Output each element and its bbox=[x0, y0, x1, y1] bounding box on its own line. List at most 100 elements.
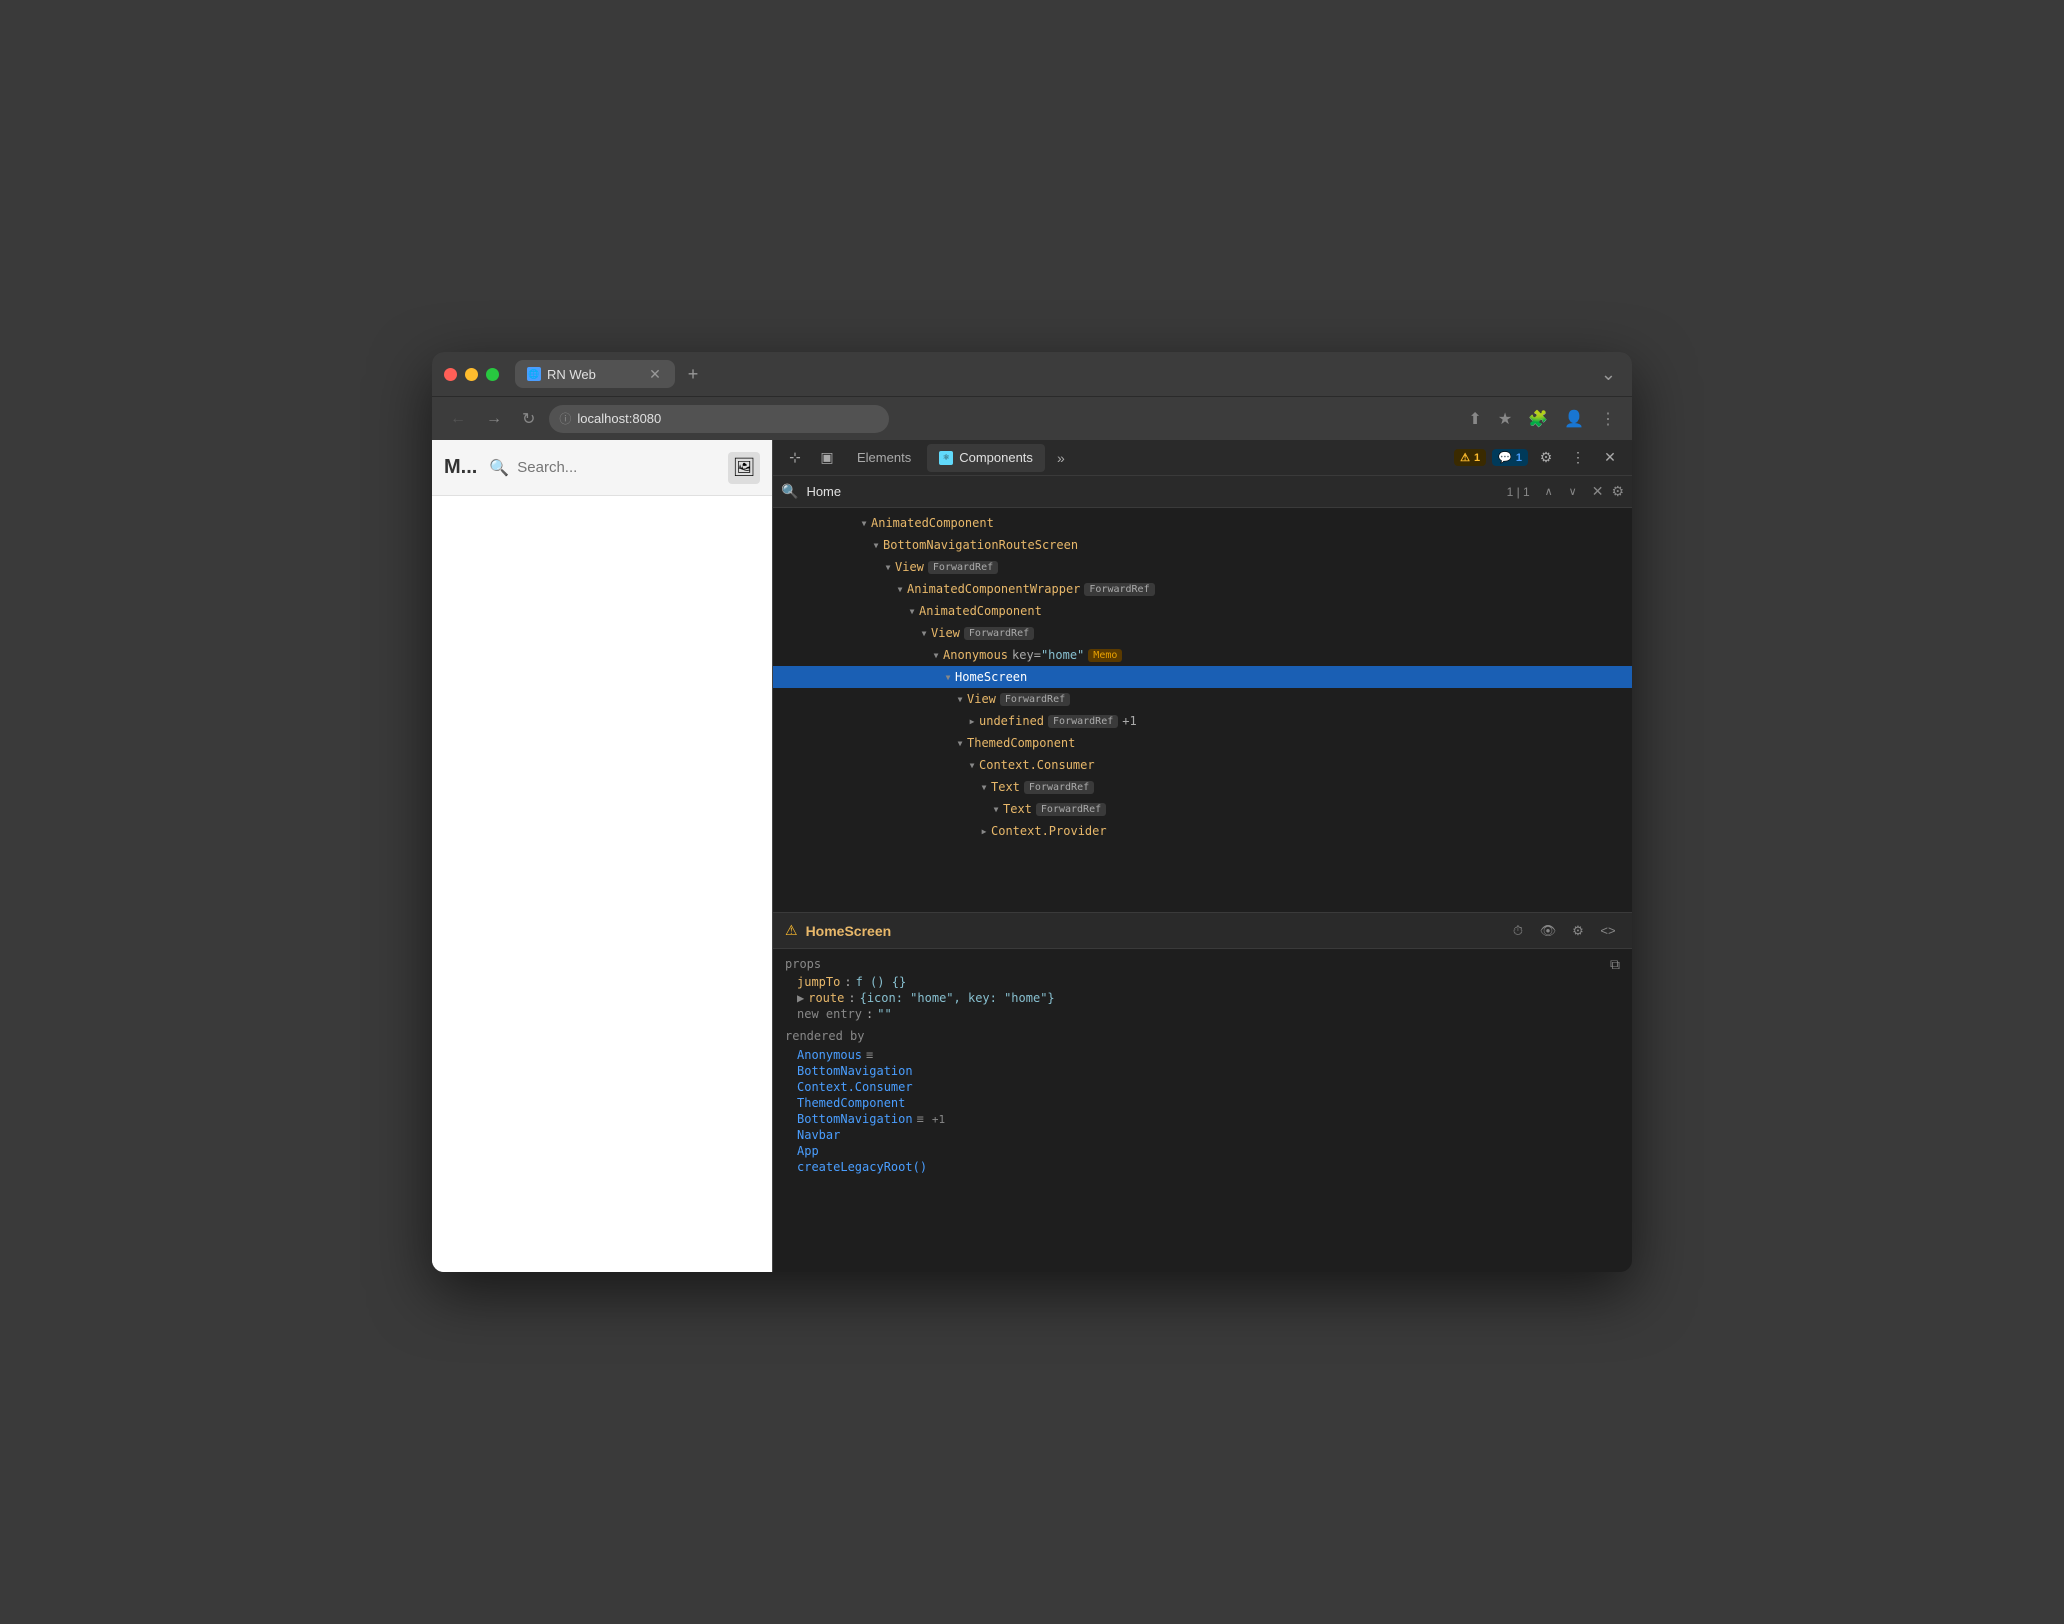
tree-row-text-2[interactable]: ▼ Text ForwardRef bbox=[773, 798, 1632, 820]
title-bar: 🌐 RN Web ✕ + ⌄ bbox=[432, 352, 1632, 396]
source-button[interactable]: <> bbox=[1596, 919, 1620, 943]
main-area: M... 🔍 🖼 ⊹ ▣ Elements ⚛ Components » bbox=[432, 440, 1632, 1272]
inspector-button[interactable]: ⊹ bbox=[781, 444, 809, 472]
action-button[interactable]: 🖼 bbox=[728, 452, 760, 484]
refresh-button[interactable]: ↻ bbox=[516, 405, 541, 433]
render-item-app[interactable]: App bbox=[785, 1143, 1620, 1159]
tree-row-text-1[interactable]: ▼ Text ForwardRef bbox=[773, 776, 1632, 798]
render-item-themed-component[interactable]: ThemedComponent bbox=[785, 1095, 1620, 1111]
search-next-button[interactable]: ∨ bbox=[1562, 481, 1584, 503]
react-icon: ⚛ bbox=[939, 451, 953, 465]
maximize-window-button[interactable] bbox=[486, 368, 499, 381]
components-tab[interactable]: ⚛ Components bbox=[927, 444, 1045, 472]
warning-badge[interactable]: ⚠ 1 bbox=[1454, 449, 1486, 466]
expand-arrow[interactable]: ▶ bbox=[977, 824, 991, 838]
suspend-button[interactable]: ⏱ bbox=[1506, 919, 1530, 943]
tree-row-animated-component-2[interactable]: ▼ AnimatedComponent bbox=[773, 600, 1632, 622]
expand-arrow[interactable]: ▼ bbox=[929, 648, 943, 662]
component-name: View bbox=[895, 560, 924, 574]
devtools-toolbar: ⊹ ▣ Elements ⚛ Components » ⚠ 1 💬 bbox=[773, 440, 1632, 476]
responsive-button[interactable]: ▣ bbox=[813, 444, 841, 472]
component-search-bar: 🔍 Home 1 | 1 ∧ ∨ ✕ ⚙ bbox=[773, 476, 1632, 508]
render-name: Navbar bbox=[797, 1128, 840, 1142]
expand-arrow[interactable]: ▶ bbox=[965, 714, 979, 728]
expand-arrow[interactable]: ▼ bbox=[965, 758, 979, 772]
settings-button[interactable]: ⚙ bbox=[1566, 919, 1590, 943]
elements-tab[interactable]: Elements bbox=[845, 444, 923, 472]
tab-favicon: 🌐 bbox=[527, 367, 541, 381]
expand-arrow[interactable]: ▼ bbox=[905, 604, 919, 618]
copy-props-button[interactable]: ⧉ bbox=[1610, 957, 1620, 973]
tree-row-anonymous[interactable]: ▼ Anonymous key= "home" Memo bbox=[773, 644, 1632, 666]
devtools-toolbar-right: ⚙ ⋮ ✕ bbox=[1532, 444, 1624, 472]
back-button[interactable]: ← bbox=[444, 406, 472, 432]
tree-row-context-consumer[interactable]: ▼ Context.Consumer bbox=[773, 754, 1632, 776]
forward-button[interactable]: → bbox=[480, 406, 508, 432]
elements-tab-label: Elements bbox=[857, 450, 911, 465]
expand-arrow[interactable]: ▼ bbox=[881, 560, 895, 574]
expand-arrow[interactable]: ▼ bbox=[917, 626, 931, 640]
new-tab-button[interactable]: + bbox=[679, 360, 707, 388]
render-item-navbar[interactable]: Navbar bbox=[785, 1127, 1620, 1143]
browser-menu-button[interactable]: ⋮ bbox=[1596, 405, 1620, 433]
security-icon: ⓘ bbox=[559, 410, 571, 427]
tree-row-themed-component[interactable]: ▼ ThemedComponent bbox=[773, 732, 1632, 754]
component-name: AnimatedComponent bbox=[871, 516, 994, 530]
tree-row-view-1[interactable]: ▼ View ForwardRef bbox=[773, 556, 1632, 578]
search-input[interactable] bbox=[517, 459, 720, 476]
devtools-kebab-button[interactable]: ⋮ bbox=[1564, 444, 1592, 472]
active-tab[interactable]: 🌐 RN Web ✕ bbox=[515, 360, 675, 388]
forwardref-badge: ForwardRef bbox=[1024, 781, 1094, 794]
expand-arrow[interactable]: ▼ bbox=[869, 538, 883, 552]
app-topbar: M... 🔍 🖼 bbox=[432, 440, 772, 496]
tree-row-undefined[interactable]: ▶ undefined ForwardRef +1 bbox=[773, 710, 1632, 732]
expand-arrow[interactable]: ▼ bbox=[893, 582, 907, 596]
search-settings-button[interactable]: ⚙ bbox=[1611, 483, 1624, 500]
prop-val: "" bbox=[877, 1007, 891, 1021]
expand-arrow[interactable]: ▼ bbox=[941, 670, 955, 684]
rendered-by-section: rendered by Anonymous ≡ BottomNavigation… bbox=[785, 1029, 1620, 1175]
render-item-context-consumer[interactable]: Context.Consumer bbox=[785, 1079, 1620, 1095]
minimize-window-button[interactable] bbox=[465, 368, 478, 381]
search-icon: 🔍 bbox=[781, 483, 798, 500]
search-close-button[interactable]: ✕ bbox=[1592, 483, 1604, 500]
tab-close-button[interactable]: ✕ bbox=[647, 366, 663, 382]
inspect-button[interactable]: 👁 bbox=[1536, 919, 1560, 943]
tree-row-homescreen[interactable]: ▼ HomeScreen bbox=[773, 666, 1632, 688]
window-more-button[interactable]: ⌄ bbox=[1597, 360, 1620, 389]
share-button[interactable]: ⬆ bbox=[1464, 405, 1485, 433]
tree-row-bottom-nav-route[interactable]: ▼ BottomNavigationRouteScreen bbox=[773, 534, 1632, 556]
tree-row-animated-wrapper[interactable]: ▼ AnimatedComponentWrapper ForwardRef bbox=[773, 578, 1632, 600]
tree-row-view-3[interactable]: ▼ View ForwardRef bbox=[773, 688, 1632, 710]
render-item-bottom-nav-2[interactable]: BottomNavigation ≡ +1 bbox=[785, 1111, 1620, 1127]
props-label: props ⧉ bbox=[785, 957, 1620, 971]
expand-arrow[interactable]: ▼ bbox=[953, 736, 967, 750]
render-item-bottom-nav[interactable]: BottomNavigation bbox=[785, 1063, 1620, 1079]
tab-title: RN Web bbox=[547, 367, 641, 382]
expand-prop-button[interactable]: ▶ bbox=[797, 991, 804, 1005]
render-item-create-legacy-root[interactable]: createLegacyRoot() bbox=[785, 1159, 1620, 1175]
search-prev-button[interactable]: ∧ bbox=[1538, 481, 1560, 503]
extension-button[interactable]: 🧩 bbox=[1524, 405, 1552, 433]
plus-count: +1 bbox=[1122, 714, 1136, 728]
expand-arrow[interactable]: ▼ bbox=[989, 802, 1003, 816]
devtools-settings-button[interactable]: ⚙ bbox=[1532, 444, 1560, 472]
render-item-anonymous[interactable]: Anonymous ≡ bbox=[785, 1047, 1620, 1063]
more-tabs-button[interactable]: » bbox=[1049, 446, 1073, 470]
attr-val: "home" bbox=[1041, 648, 1084, 662]
url-bar[interactable]: ⓘ localhost:8080 bbox=[549, 405, 889, 433]
expand-arrow[interactable]: ▼ bbox=[977, 780, 991, 794]
info-badge[interactable]: 💬 1 bbox=[1492, 449, 1528, 466]
bookmark-button[interactable]: ★ bbox=[1494, 405, 1516, 433]
expand-arrow[interactable]: ▼ bbox=[953, 692, 967, 706]
page-content bbox=[432, 496, 772, 1272]
tree-row-context-provider[interactable]: ▶ Context.Provider bbox=[773, 820, 1632, 842]
devtools-close-button[interactable]: ✕ bbox=[1596, 444, 1624, 472]
component-detail-content: props ⧉ jumpTo : f () {} ▶ route : {ic bbox=[773, 949, 1632, 1272]
tree-row-view-2[interactable]: ▼ View ForwardRef bbox=[773, 622, 1632, 644]
tree-row-animated-component-1[interactable]: ▼ AnimatedComponent bbox=[773, 512, 1632, 534]
search-icon[interactable]: 🔍 bbox=[489, 458, 509, 478]
close-window-button[interactable] bbox=[444, 368, 457, 381]
account-button[interactable]: 👤 bbox=[1560, 405, 1588, 433]
expand-arrow[interactable]: ▼ bbox=[857, 516, 871, 530]
